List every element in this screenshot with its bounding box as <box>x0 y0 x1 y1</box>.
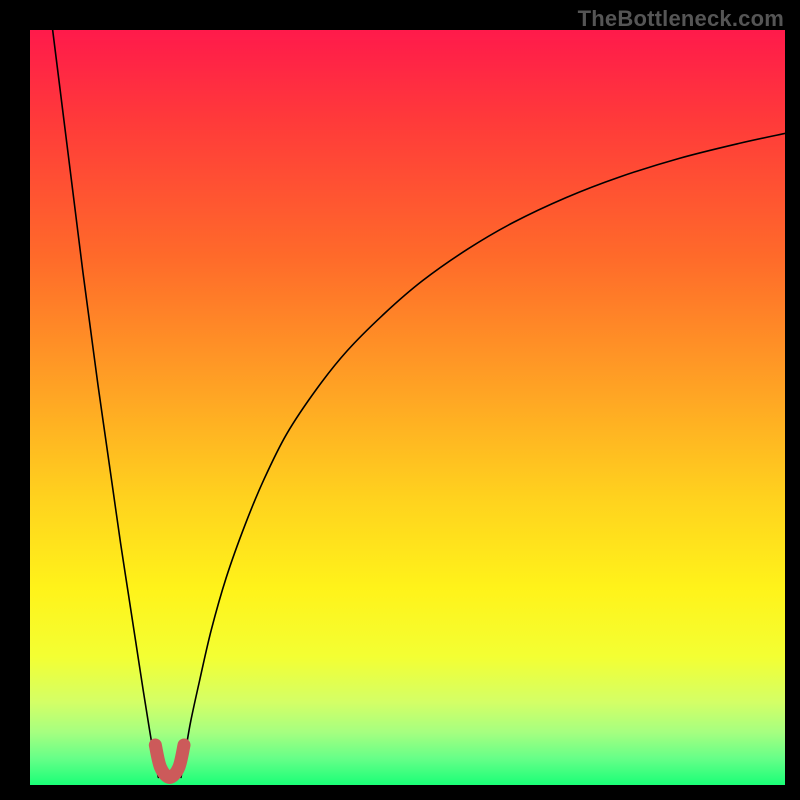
plot-svg <box>30 30 785 785</box>
plot-area <box>30 30 785 785</box>
gradient-background <box>30 30 785 785</box>
watermark-text: TheBottleneck.com <box>578 6 784 32</box>
chart-frame: TheBottleneck.com <box>0 0 800 800</box>
